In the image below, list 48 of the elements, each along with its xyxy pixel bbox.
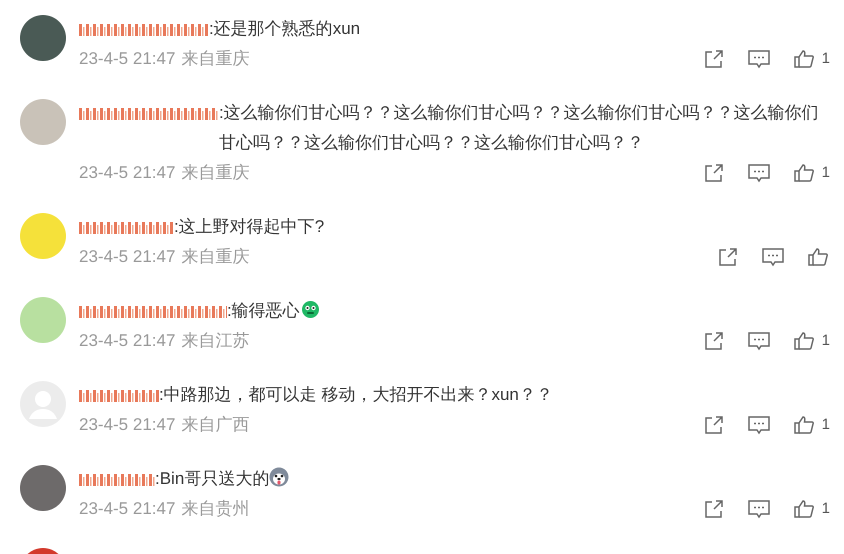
comment-text: :输得恶心 [227,301,300,320]
comment-location: 来自广西 [181,414,250,436]
share-icon[interactable] [704,162,724,183]
thumbs-up-icon[interactable] [794,414,814,435]
sick-face-icon [302,301,319,318]
comment-text: :中路那边，都可以走 移动，大招开不出来？xun？？ [159,385,553,404]
comment-text: :这么输你们甘心吗？？这么输你们甘心吗？？这么输你们甘心吗？？这么输你们甘心吗？？这么输你们甘心吗？？这么输你们甘心吗？？ [219,103,819,152]
comment-time: 23-4-5 21:47 [79,414,176,436]
comment-location: 来自贵州 [181,498,250,520]
comment-text: :Bin哥只送大的 [155,469,270,488]
comment-location: 来自重庆 [181,246,250,268]
avatar-photo-placeholder [20,15,66,61]
avatar-photo-placeholder [20,99,66,145]
share-icon[interactable] [704,48,724,69]
thumbs-up-icon[interactable] [794,162,814,183]
thumbs-up-icon[interactable] [808,246,828,267]
share-icon[interactable] [704,330,724,351]
comment-time: 23-4-5 21:47 [79,498,176,520]
avatar-photo-placeholder [20,465,66,511]
comment-time: 23-4-5 21:47 [79,48,176,70]
avatar-photo-placeholder [20,213,66,259]
like-count: 1 [822,48,830,68]
thumbs-up-icon[interactable] [794,498,814,519]
dog-face-icon [269,467,290,487]
avatar-photo-placeholder [20,297,66,343]
like-count: 1 [822,162,830,182]
comment-icon[interactable] [748,48,770,69]
comment-time: 23-4-5 21:47 [79,246,176,268]
comment-time: 23-4-5 21:47 [79,162,176,184]
comment-icon[interactable] [748,330,770,351]
share-icon[interactable] [704,498,724,519]
like-count: 1 [822,330,830,350]
share-icon[interactable] [718,246,738,267]
comment-icon[interactable] [748,414,770,435]
like-count: 1 [822,414,830,434]
thumbs-up-icon[interactable] [794,330,814,351]
comment-location: 来自重庆 [181,48,250,70]
comment-location: 来自重庆 [181,162,250,184]
comment-text: :还是那个熟悉的xun [209,19,360,38]
comment-icon[interactable] [762,246,784,267]
comment-location: 来自江苏 [181,330,250,352]
thumbs-up-icon[interactable] [794,48,814,69]
comment-text: :这上野对得起中下? [174,217,324,236]
like-count: 1 [822,498,830,518]
comment-icon[interactable] [748,162,770,183]
share-icon[interactable] [704,414,724,435]
comment-icon[interactable] [748,498,770,519]
comment-time: 23-4-5 21:47 [79,330,176,352]
